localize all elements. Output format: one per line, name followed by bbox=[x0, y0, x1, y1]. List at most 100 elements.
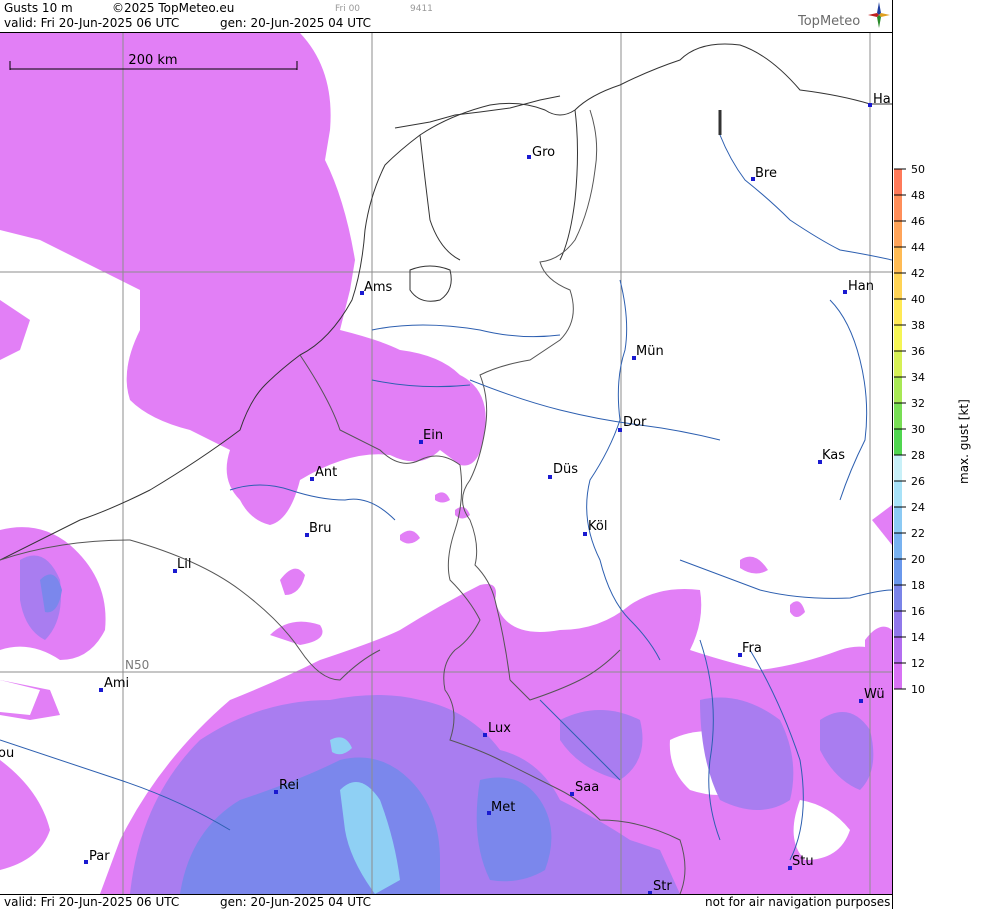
copyright: ©2025 TopMeteo.eu bbox=[112, 1, 235, 15]
city-marker[interactable]: Bru bbox=[305, 521, 332, 537]
city-label: Düs bbox=[553, 462, 578, 477]
legend-swatch bbox=[894, 299, 902, 325]
footer-generated-time: gen: 20-Jun-2025 04 UTC bbox=[220, 895, 372, 909]
city-marker[interactable]: Met bbox=[487, 800, 515, 815]
city-marker[interactable]: Saa bbox=[570, 780, 599, 796]
legend-swatch bbox=[894, 377, 902, 403]
legend-swatch bbox=[894, 455, 902, 481]
city-marker[interactable]: Ant bbox=[310, 465, 337, 481]
legend-tick-label: 36 bbox=[911, 345, 925, 358]
city-label: Ein bbox=[423, 428, 443, 443]
legend-swatch bbox=[894, 637, 902, 663]
city-marker[interactable]: Düs bbox=[548, 462, 578, 479]
compass-star-icon bbox=[868, 2, 890, 28]
legend-swatch bbox=[894, 533, 902, 559]
legend-tick-label: 44 bbox=[911, 241, 925, 254]
city-label: Gro bbox=[532, 145, 555, 160]
legend-title: max. gust [kt] bbox=[957, 399, 971, 484]
city-label: Lil bbox=[177, 557, 191, 572]
city-marker[interactable]: Ams bbox=[360, 280, 393, 295]
legend-tick-label: 50 bbox=[911, 163, 925, 176]
legend-swatch bbox=[894, 351, 902, 377]
city-marker[interactable]: Ein bbox=[419, 428, 443, 444]
city-label: Köl bbox=[588, 519, 607, 534]
legend-swatch bbox=[894, 559, 902, 585]
city-label: Lux bbox=[488, 721, 511, 736]
legend-swatch bbox=[894, 507, 902, 533]
city-marker[interactable]: Han bbox=[843, 279, 874, 294]
legend-swatch bbox=[894, 195, 902, 221]
legend-swatch bbox=[894, 169, 902, 195]
city-marker[interactable]: Mün bbox=[632, 344, 664, 360]
legend-tick-label: 32 bbox=[911, 397, 925, 410]
legend-tick-label: 28 bbox=[911, 449, 925, 462]
city-label: Ams bbox=[364, 280, 393, 295]
legend-tick-label: 10 bbox=[911, 683, 925, 696]
footer-bar: valid: Fri 20-Jun-2025 06 UTC gen: 20-Ju… bbox=[0, 894, 892, 910]
city-label: Bre bbox=[755, 166, 777, 181]
city-marker[interactable]: Lil bbox=[173, 557, 191, 573]
city-label: Bru bbox=[309, 521, 332, 536]
city-label: Saa bbox=[575, 780, 599, 795]
legend-swatch bbox=[894, 221, 902, 247]
city-label: ou bbox=[0, 746, 14, 761]
city-marker[interactable]: Ha bbox=[868, 92, 891, 107]
city-label: Kas bbox=[822, 448, 845, 463]
legend-tick-label: 12 bbox=[911, 657, 925, 670]
city-label: Rei bbox=[279, 778, 299, 793]
legend-swatch bbox=[894, 403, 902, 429]
city-marker[interactable]: Kas bbox=[818, 448, 845, 464]
logo-text: TopMeteo bbox=[798, 14, 861, 29]
legend-swatch bbox=[894, 611, 902, 637]
legend-tick-label: 40 bbox=[911, 293, 925, 306]
legend-swatch bbox=[894, 585, 902, 611]
run-label: Fri 00 bbox=[335, 4, 361, 14]
city-label: Fra bbox=[742, 641, 762, 656]
forecast-map[interactable]: 200 km N50 Gro Bre Ha Ams Han Mün Ein Do… bbox=[0, 33, 892, 894]
legend-tick-label: 42 bbox=[911, 267, 925, 280]
legend-tick-label: 26 bbox=[911, 475, 925, 488]
legend-swatch bbox=[894, 247, 902, 273]
city-label: Met bbox=[491, 800, 515, 815]
city-label: Dor bbox=[623, 415, 647, 430]
header-bar: Gusts 10 m ©2025 TopMeteo.eu Fri 00 9411… bbox=[0, 0, 892, 33]
scale-bar-label: 200 km bbox=[128, 53, 177, 68]
legend-swatch bbox=[894, 481, 902, 507]
city-marker[interactable]: Fra bbox=[738, 641, 762, 657]
legend-tick-label: 34 bbox=[911, 371, 925, 384]
legend-swatch bbox=[894, 325, 902, 351]
legend-tick-label: 48 bbox=[911, 189, 925, 202]
city-marker[interactable]: Dor bbox=[618, 415, 647, 432]
legend-tick-label: 22 bbox=[911, 527, 925, 540]
latitude-label: N50 bbox=[125, 658, 149, 672]
legend-tick-label: 14 bbox=[911, 631, 925, 644]
topmeteo-logo[interactable]: TopMeteo bbox=[798, 2, 892, 32]
city-label: Ha bbox=[873, 92, 891, 107]
product-title: Gusts 10 m bbox=[4, 1, 73, 15]
legend-tick-label: 30 bbox=[911, 423, 925, 436]
product-code: 9411 bbox=[410, 4, 433, 14]
generated-time: gen: 20-Jun-2025 04 UTC bbox=[220, 16, 372, 30]
legend-tick-label: 38 bbox=[911, 319, 925, 332]
city-marker[interactable]: Ami bbox=[99, 676, 129, 692]
city-marker[interactable]: Lux bbox=[483, 721, 511, 737]
legend-tick-label: 20 bbox=[911, 553, 925, 566]
legend-tick-label: 46 bbox=[911, 215, 925, 228]
city-marker[interactable]: Par bbox=[84, 849, 110, 864]
city-marker[interactable]: Bre bbox=[751, 166, 777, 181]
valid-time: valid: Fri 20-Jun-2025 06 UTC bbox=[4, 16, 180, 30]
legend-tick-label: 18 bbox=[911, 579, 925, 592]
city-label: Str bbox=[653, 879, 672, 894]
city-label: Mün bbox=[636, 344, 664, 359]
map-canvas: 200 km N50 Gro Bre Ha Ams Han Mün Ein Do… bbox=[0, 33, 892, 894]
city-label: Par bbox=[89, 849, 110, 864]
disclaimer: not for air navigation purposes bbox=[705, 895, 891, 909]
city-marker[interactable]: Köl bbox=[583, 519, 607, 536]
city-marker[interactable]: Gro bbox=[527, 145, 555, 160]
city-label: Stu bbox=[792, 854, 814, 869]
legend-swatch bbox=[894, 273, 902, 299]
city-label: Ant bbox=[315, 465, 337, 480]
legend-swatch bbox=[894, 429, 902, 455]
footer-valid-time: valid: Fri 20-Jun-2025 06 UTC bbox=[4, 895, 180, 909]
city-marker[interactable]: Stu bbox=[788, 854, 814, 870]
